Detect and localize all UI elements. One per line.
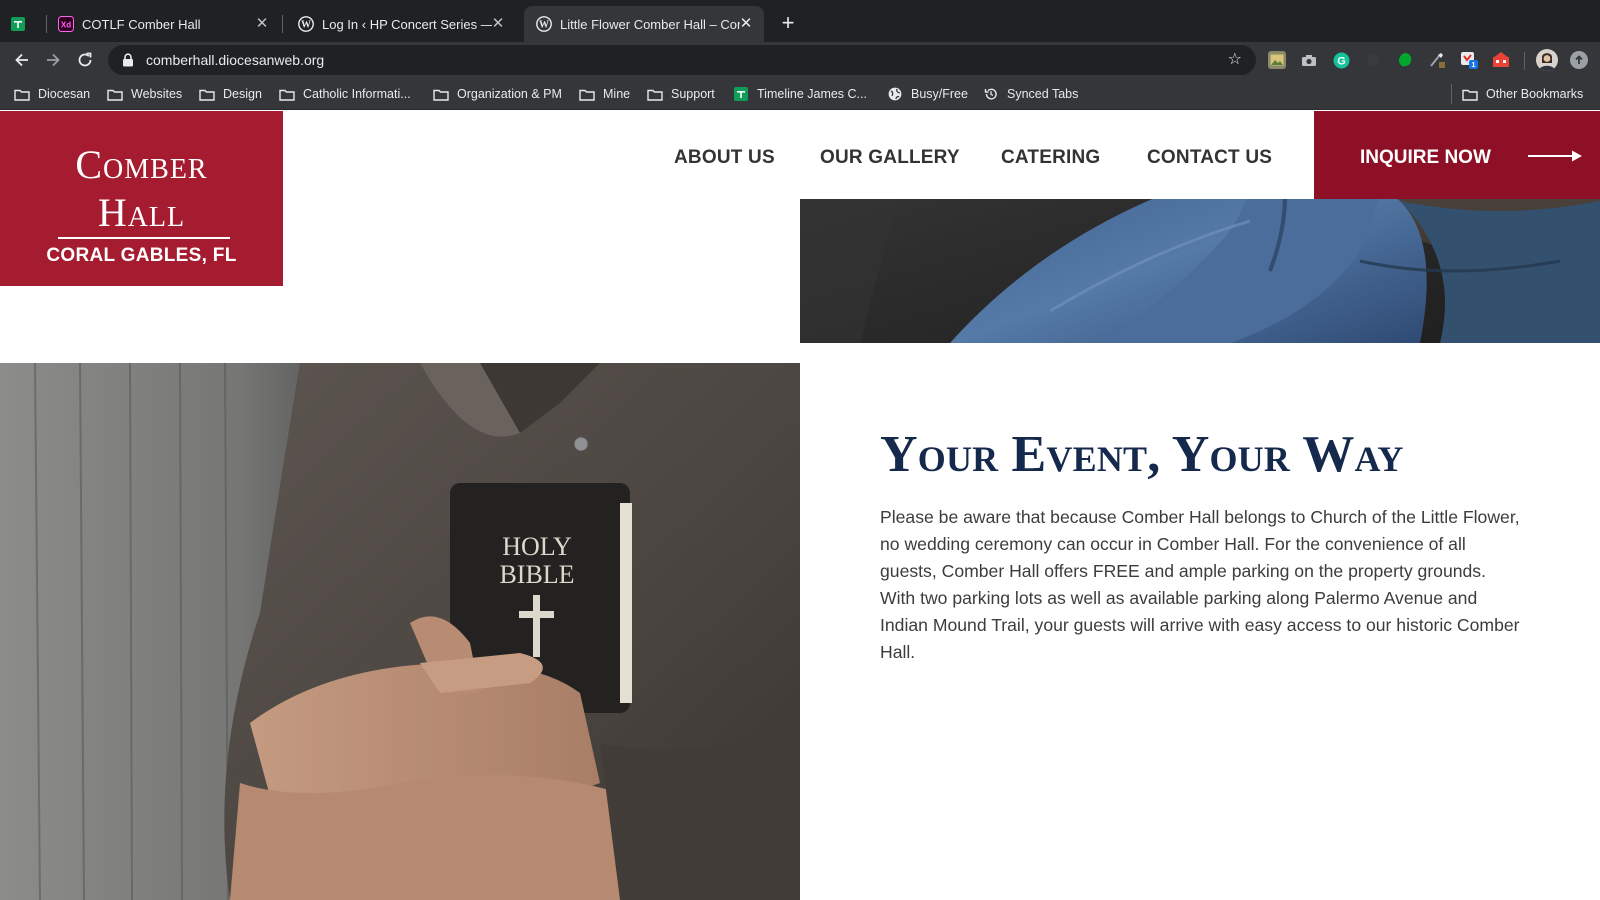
tab-separator — [46, 15, 47, 33]
url-text: comberhall.diocesanweb.org — [146, 52, 325, 68]
close-icon[interactable]: ✕ — [738, 16, 754, 32]
bookmark-label: Busy/Free — [911, 87, 968, 101]
bookmark-design[interactable]: Design — [199, 85, 262, 103]
google-sheets-icon — [733, 87, 749, 101]
nav-about-us[interactable]: ABOUT US — [674, 147, 775, 169]
lock-icon[interactable] — [120, 52, 136, 68]
bookmark-catholic-information[interactable]: Catholic Informati... — [279, 85, 411, 103]
bible-line-1: HOLY — [502, 532, 572, 561]
bookmark-label: Mine — [603, 87, 631, 101]
tab-title: Little Flower Comber Hall – Cor — [560, 16, 740, 32]
tab-hp-concert-login[interactable]: W Log In ‹ HP Concert Series — W ✕ — [286, 6, 516, 42]
bookmark-label: Timeline James C... — [757, 87, 867, 101]
bookmark-label: Diocesan — [38, 87, 91, 101]
bookmark-support[interactable]: Support — [647, 85, 715, 103]
update-icon[interactable] — [1570, 51, 1588, 69]
back-button[interactable] — [10, 48, 34, 72]
tab-separator — [282, 15, 283, 33]
bible-line-2: BIBLE — [499, 560, 574, 589]
svg-text:Xd: Xd — [61, 21, 71, 30]
folder-icon — [199, 87, 215, 101]
tab-little-flower-comber-hall[interactable]: W Little Flower Comber Hall – Cor ✕ — [524, 6, 764, 42]
red-house-icon[interactable] — [1492, 51, 1510, 69]
other-bookmarks[interactable]: Other Bookmarks — [1462, 85, 1583, 103]
logo-divider — [58, 237, 230, 239]
google-sheets-icon — [10, 16, 26, 32]
site-logo[interactable]: Comber Hall CORAL GABLES, FL — [0, 111, 283, 286]
camera-icon[interactable] — [1300, 51, 1318, 69]
tab-cotlf-comber-hall[interactable]: Xd COTLF Comber Hall ✕ — [50, 6, 280, 42]
wordpress-icon: W — [298, 16, 314, 32]
tab-title: COTLF Comber Hall — [82, 16, 201, 32]
close-icon[interactable]: ✕ — [490, 16, 506, 32]
bookmark-label: Websites — [131, 87, 183, 101]
folder-icon — [433, 87, 449, 101]
new-tab-button[interactable]: + — [776, 12, 800, 36]
bookmark-label: Catholic Informati... — [303, 87, 411, 101]
nav-our-gallery[interactable]: OUR GALLERY — [820, 147, 960, 169]
folder-icon — [279, 87, 295, 101]
bookmark-diocesan[interactable]: Diocesan — [14, 85, 90, 103]
svg-text:G: G — [1337, 55, 1346, 67]
adobe-xd-icon: Xd — [58, 16, 74, 32]
svg-text:W: W — [539, 20, 549, 31]
globe-icon — [887, 87, 903, 101]
svg-text:W: W — [301, 20, 311, 31]
reload-button[interactable] — [73, 48, 97, 72]
bookmark-organization-pm[interactable]: Organization & PM — [433, 85, 562, 103]
history-icon — [983, 87, 999, 101]
bookmark-label: Other Bookmarks — [1486, 87, 1584, 101]
logo-location: CORAL GABLES, FL — [46, 245, 237, 266]
bookmark-star-icon[interactable]: ☆ — [1228, 51, 1242, 69]
evernote-icon[interactable] — [1396, 51, 1414, 69]
close-icon[interactable]: ✕ — [254, 16, 270, 32]
address-bar[interactable]: comberhall.diocesanweb.org ☆ — [108, 45, 1256, 75]
bookmark-mine[interactable]: Mine — [579, 85, 630, 103]
arrow-right-icon — [1528, 150, 1582, 162]
arrow-right-icon — [47, 53, 60, 67]
bookmark-label: Support — [671, 87, 715, 101]
tab-title: Log In ‹ HP Concert Series — W — [322, 16, 492, 32]
photo-man-holding-bible: HOLY BIBLE — [0, 363, 800, 900]
svg-text:1: 1 — [1472, 62, 1476, 69]
folder-icon — [107, 87, 123, 101]
section-body-text: Please be aware that because Comber Hall… — [880, 507, 1520, 662]
tab-google-sheets[interactable] — [10, 6, 44, 42]
profile-avatar[interactable] — [1536, 49, 1558, 71]
browser-toolbar: comberhall.diocesanweb.org ☆ G 1 — [0, 42, 1600, 78]
bookmarks-bar: Diocesan Websites Design Catholic Inform… — [0, 78, 1600, 110]
eyedropper-icon[interactable] — [1428, 51, 1446, 69]
bookmark-busy-free[interactable]: Busy/Free — [887, 85, 968, 103]
dimmed-extension-icon[interactable] — [1364, 51, 1382, 69]
bookmarks-separator — [1451, 84, 1452, 104]
folder-icon — [1462, 87, 1478, 101]
browser-tab-strip: Xd COTLF Comber Hall ✕ W Log In ‹ HP Con… — [0, 0, 1600, 42]
nav-contact-us[interactable]: CONTACT US — [1147, 147, 1272, 169]
reload-icon — [78, 52, 92, 67]
web-page: HOLY BIBLE ABOUT US OUR GALLERY CATERING… — [0, 111, 1600, 900]
bookmark-label: Design — [223, 87, 262, 101]
section-heading: Your Event, Your Way — [880, 426, 1404, 483]
bookmark-synced-tabs[interactable]: Synced Tabs — [983, 85, 1078, 103]
inquire-now-button[interactable]: INQUIRE NOW — [1314, 111, 1600, 199]
folder-icon — [579, 87, 595, 101]
folder-icon — [14, 87, 30, 101]
logo-line-1: Comber — [75, 142, 208, 187]
bookmark-label: Organization & PM — [457, 87, 562, 101]
grammarly-icon[interactable]: G — [1332, 51, 1350, 69]
bookmark-label: Synced Tabs — [1007, 87, 1079, 101]
shield-badge-icon[interactable]: 1 — [1460, 51, 1478, 69]
image-extension-icon[interactable] — [1268, 51, 1286, 69]
bookmark-websites[interactable]: Websites — [107, 85, 182, 103]
folder-icon — [647, 87, 663, 101]
wordpress-icon: W — [536, 16, 552, 32]
forward-button[interactable] — [41, 48, 65, 72]
arrow-left-icon — [15, 53, 28, 67]
logo-line-2: Hall — [97, 190, 186, 235]
toolbar-separator — [1524, 52, 1525, 70]
inquire-now-label: INQUIRE NOW — [1360, 147, 1491, 168]
nav-catering[interactable]: CATERING — [1001, 147, 1100, 169]
bookmark-timeline[interactable]: Timeline James C... — [733, 85, 867, 103]
